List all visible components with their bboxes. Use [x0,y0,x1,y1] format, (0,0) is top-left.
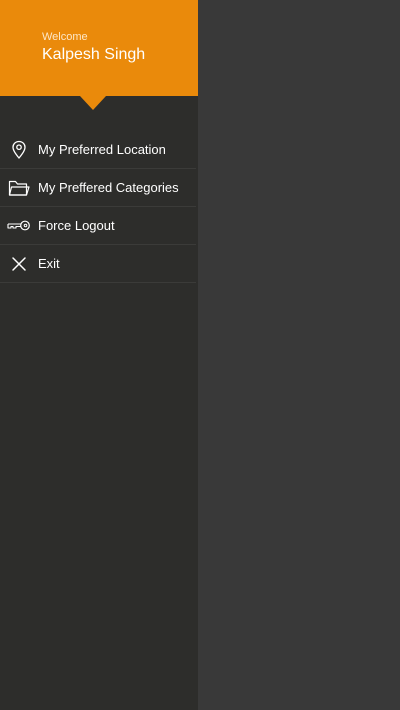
menu-item-label: Exit [38,256,60,271]
navigation-drawer: Welcome Kalpesh Singh My Preferred Locat… [0,0,198,710]
folder-icon [7,178,31,198]
menu-item-exit[interactable]: Exit [0,245,196,283]
drawer-header: Welcome Kalpesh Singh [0,0,198,110]
app-screen: Welcome Kalpesh Singh My Preferred Locat… [0,0,400,710]
key-icon [7,216,31,236]
menu-item-label: My Preffered Categories [38,180,179,195]
menu-item-label: Force Logout [38,218,115,233]
close-icon [7,254,31,274]
main-content-overlay[interactable] [198,0,400,710]
menu-item-preferred-categories[interactable]: My Preffered Categories [0,169,196,207]
menu-item-force-logout[interactable]: Force Logout [0,207,196,245]
menu-item-label: My Preferred Location [38,142,166,157]
user-name: Kalpesh Singh [42,46,146,63]
location-pin-icon [7,140,31,160]
drawer-menu: My Preferred Location My Preffered Categ… [0,131,196,283]
header-notch [80,96,106,110]
menu-item-preferred-location[interactable]: My Preferred Location [0,131,196,169]
welcome-label: Welcome [42,31,88,43]
